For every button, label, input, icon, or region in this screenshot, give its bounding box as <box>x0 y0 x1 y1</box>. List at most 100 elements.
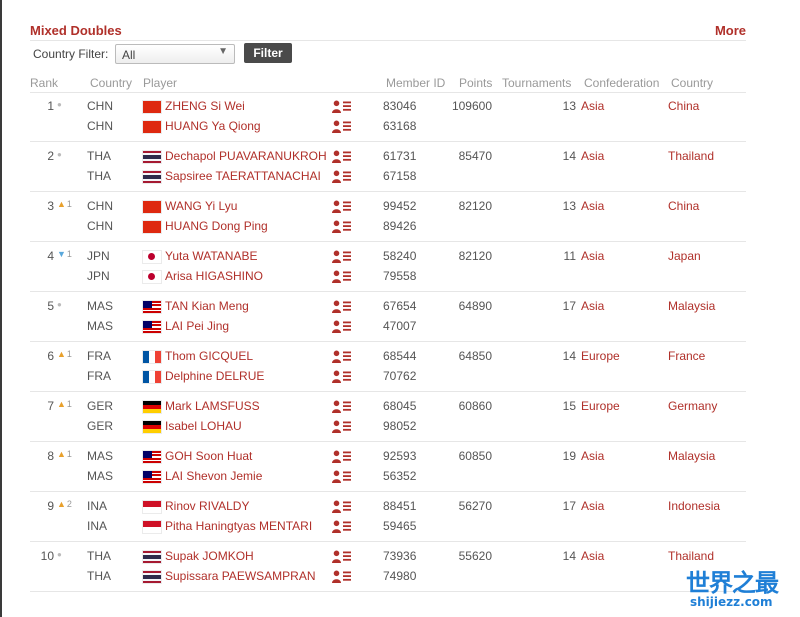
player-country-code: MAS <box>87 469 114 483</box>
player-name-link[interactable]: TAN Kian Meng <box>165 299 249 313</box>
player-name-link[interactable]: Delphine DELRUE <box>165 369 264 383</box>
tournaments-value: 17 <box>562 299 576 313</box>
rank-value: 2 <box>47 149 54 163</box>
country-name-link[interactable]: China <box>668 199 699 213</box>
confederation-link[interactable]: Asia <box>581 149 604 163</box>
table-row: 7 ▲1 GER Mark LAMSFUSS 68045 GER Isabel LOHAU 9… <box>30 392 746 442</box>
player-profile-icon[interactable] <box>332 500 352 513</box>
player-profile-icon[interactable] <box>332 350 352 363</box>
player-name-link[interactable]: LAI Pei Jing <box>165 319 229 333</box>
player-country-code: INA <box>87 519 108 533</box>
confederation-link[interactable]: Asia <box>581 99 604 113</box>
player-name-link[interactable]: Supissara PAEWSAMPRAN <box>165 569 316 583</box>
col-confederation: Confederation <box>584 76 660 90</box>
tournaments-value: 14 <box>562 349 576 363</box>
player-profile-icon[interactable] <box>332 170 352 183</box>
player-profile-icon[interactable] <box>332 470 352 483</box>
country-name-link[interactable]: Malaysia <box>668 449 715 463</box>
player-name-link[interactable]: Supak JOMKOH <box>165 549 254 563</box>
player-name-link[interactable]: Yuta WATANABE <box>165 249 257 263</box>
rank-value: 8 <box>47 449 54 463</box>
movement-value: 2 <box>66 499 72 509</box>
player-name-link[interactable]: Pitha Haningtyas MENTARI <box>165 519 312 533</box>
rank-value: 5 <box>47 299 54 313</box>
confederation-link[interactable]: Europe <box>581 349 620 363</box>
player-profile-icon[interactable] <box>332 200 352 213</box>
country-name-link[interactable]: Indonesia <box>668 499 720 513</box>
player-profile-icon[interactable] <box>332 520 352 533</box>
player-profile-icon[interactable] <box>332 550 352 563</box>
player-profile-icon[interactable] <box>332 250 352 263</box>
player-profile-icon[interactable] <box>332 220 352 233</box>
table-row: 8 ▲1 MAS GOH Soon Huat 92593 MAS LAI Shevon Je… <box>30 442 746 492</box>
player-profile-icon[interactable] <box>332 150 352 163</box>
col-tournaments: Tournaments <box>502 76 572 90</box>
member-id: 92593 <box>383 449 417 463</box>
country-filter-select[interactable]: All ▼ <box>115 44 235 64</box>
player-country-code: THA <box>87 149 111 163</box>
player-name-link[interactable]: ZHENG Si Wei <box>165 99 245 113</box>
flag-chn-icon <box>143 221 161 233</box>
points-value: 64890 <box>458 299 492 313</box>
flag-chn-icon <box>143 201 161 213</box>
table-row: 10 ● THA Supak JOMKOH 73936 THA Supissara PAEW… <box>30 542 746 592</box>
member-id: 68544 <box>383 349 417 363</box>
member-id: 88451 <box>383 499 417 513</box>
arrow-down-icon: ▼ <box>57 249 66 259</box>
country-name-link[interactable]: Japan <box>668 249 701 263</box>
player-name-link[interactable]: Sapsiree TAERATTANACHAI <box>165 169 321 183</box>
watermark-cn: 世界之最 <box>686 569 779 597</box>
arrow-up-icon: ▲ <box>57 449 66 459</box>
player-name-link[interactable]: GOH Soon Huat <box>165 449 252 463</box>
player-profile-icon[interactable] <box>332 100 352 113</box>
confederation-link[interactable]: Asia <box>581 299 604 313</box>
rank-movement: ▼1 <box>57 249 72 259</box>
player-name-link[interactable]: Mark LAMSFUSS <box>165 399 260 413</box>
country-name-link[interactable]: Malaysia <box>668 299 715 313</box>
player-country-code: INA <box>87 499 108 513</box>
confederation-link[interactable]: Asia <box>581 549 604 563</box>
country-name-link[interactable]: China <box>668 99 699 113</box>
player-name-link[interactable]: Isabel LOHAU <box>165 419 242 433</box>
more-link[interactable]: More <box>715 23 746 38</box>
player-country-code: CHN <box>87 119 113 133</box>
tournaments-value: 19 <box>562 449 576 463</box>
confederation-link[interactable]: Europe <box>581 399 620 413</box>
player-country-code: MAS <box>87 319 114 333</box>
player-name-link[interactable]: WANG Yi Lyu <box>165 199 237 213</box>
player-profile-icon[interactable] <box>332 370 352 383</box>
member-id: 63168 <box>383 119 417 133</box>
points-value: 82120 <box>458 199 492 213</box>
tournaments-value: 13 <box>562 199 576 213</box>
player-name-link[interactable]: Arisa HIGASHINO <box>165 269 263 283</box>
confederation-link[interactable]: Asia <box>581 199 604 213</box>
rank-value: 7 <box>47 399 54 413</box>
flag-tha-icon <box>143 551 161 563</box>
points-value: 60860 <box>458 399 492 413</box>
country-name-link[interactable]: Germany <box>668 399 717 413</box>
filter-button[interactable]: Filter <box>244 43 292 63</box>
player-profile-icon[interactable] <box>332 400 352 413</box>
player-profile-icon[interactable] <box>332 320 352 333</box>
player-name-link[interactable]: HUANG Dong Ping <box>165 219 268 233</box>
player-name-link[interactable]: LAI Shevon Jemie <box>165 469 262 483</box>
player-profile-icon[interactable] <box>332 450 352 463</box>
player-profile-icon[interactable] <box>332 420 352 433</box>
player-name-link[interactable]: Thom GICQUEL <box>165 349 253 363</box>
country-name-link[interactable]: Thailand <box>668 549 714 563</box>
player-name-link[interactable]: Rinov RIVALDY <box>165 499 249 513</box>
player-profile-icon[interactable] <box>332 120 352 133</box>
player-name-link[interactable]: HUANG Ya Qiong <box>165 119 261 133</box>
flag-tha-icon <box>143 571 161 583</box>
player-profile-icon[interactable] <box>332 570 352 583</box>
confederation-link[interactable]: Asia <box>581 449 604 463</box>
member-id: 68045 <box>383 399 417 413</box>
confederation-link[interactable]: Asia <box>581 249 604 263</box>
confederation-link[interactable]: Asia <box>581 499 604 513</box>
country-name-link[interactable]: France <box>668 349 705 363</box>
country-name-link[interactable]: Thailand <box>668 149 714 163</box>
player-profile-icon[interactable] <box>332 300 352 313</box>
player-name-link[interactable]: Dechapol PUAVARANUKROH <box>165 149 327 163</box>
chevron-down-icon: ▼ <box>218 46 228 57</box>
player-profile-icon[interactable] <box>332 270 352 283</box>
